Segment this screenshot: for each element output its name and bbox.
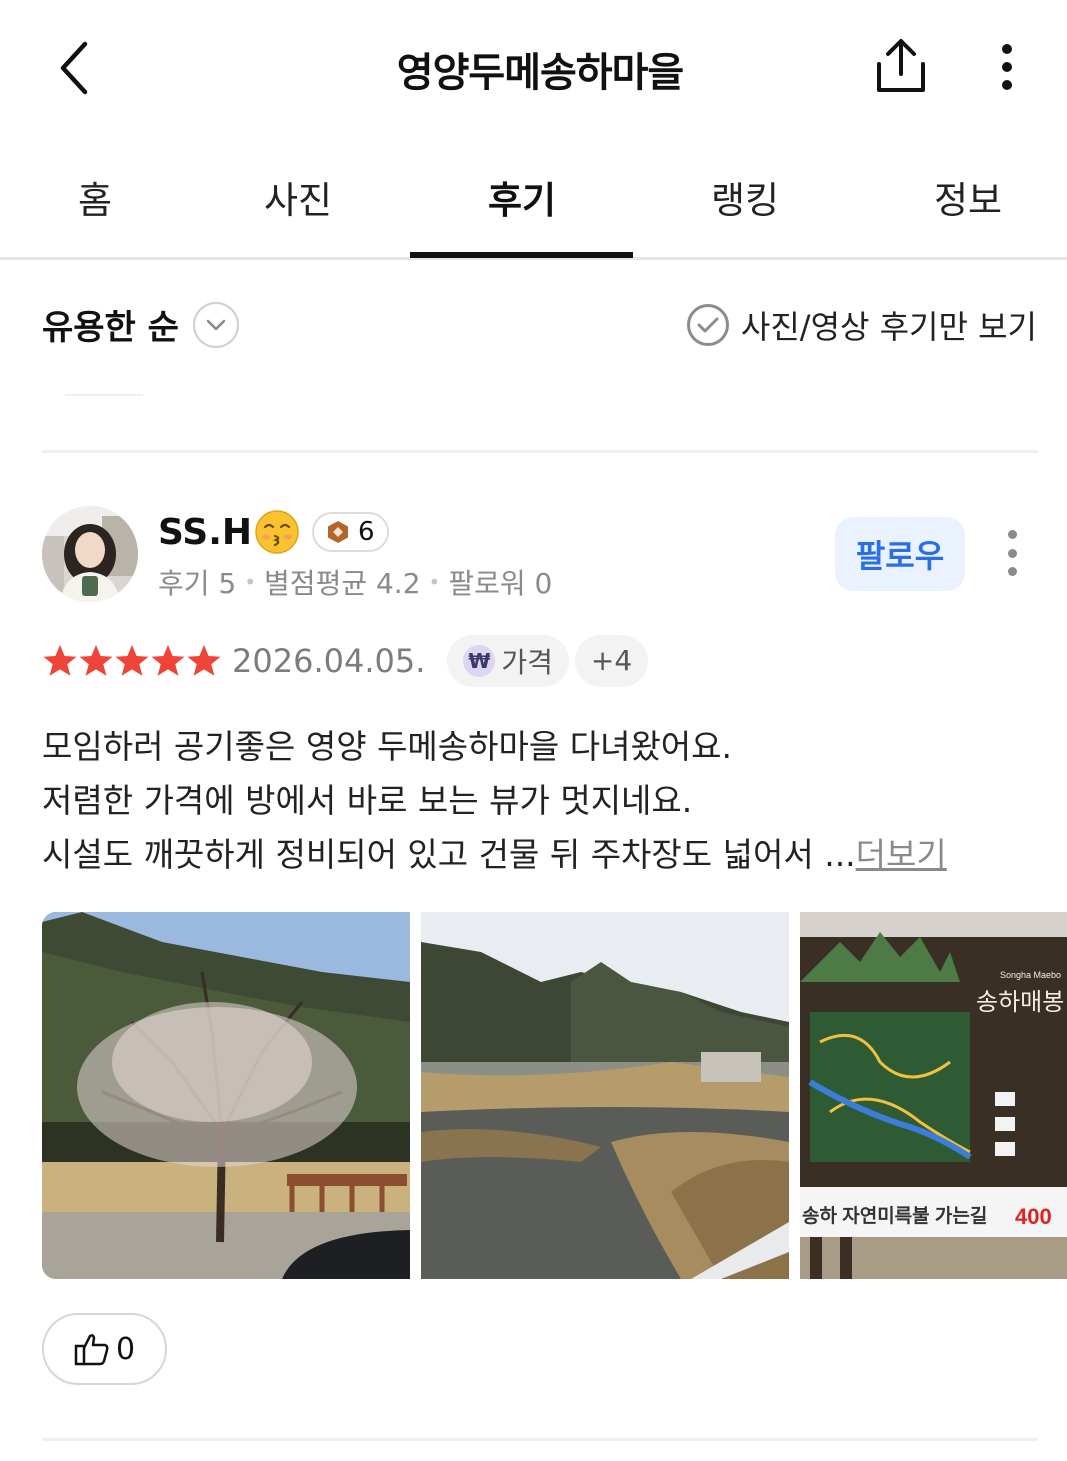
sort-bar: 유용한 순 사진/영상 후기만 보기 xyxy=(0,300,1067,360)
reviewer-name-row: SS.H 6 xyxy=(158,505,389,559)
review-line: 저렴한 가격에 방에서 바로 보는 뷰가 멋지네요. xyxy=(42,781,693,820)
star-icon xyxy=(151,644,185,676)
check-circle-icon xyxy=(686,304,729,346)
photo-review-filter[interactable]: 사진/영상 후기만 보기 xyxy=(686,302,1037,348)
review-count: 후기 5 xyxy=(158,567,237,600)
more-vertical-icon xyxy=(1007,530,1017,539)
photo-filter-label: 사진/영상 후기만 보기 xyxy=(740,308,1037,346)
review-line: 모임하러 공기좋은 영양 두메송하마을 다녀왔어요. xyxy=(42,727,733,766)
review-photo[interactable]: Songha Maebo 송하매봉 송하 자연미륵불 가는길 400 xyxy=(800,912,1067,1279)
kissing-face-icon xyxy=(255,510,299,554)
page-title: 영양두메송하마을 xyxy=(396,50,684,96)
star-icon xyxy=(79,644,113,676)
app-header: 영양두메송하마을 xyxy=(0,0,1067,135)
rating-row: 2026.04.05. ₩ 가격 +4 xyxy=(42,633,649,688)
share-button[interactable] xyxy=(868,36,934,98)
like-button[interactable]: 0 xyxy=(42,1313,167,1385)
tab-ranking[interactable]: 랭킹 xyxy=(695,170,795,224)
reviewer-nickname[interactable]: SS.H xyxy=(158,512,252,553)
chevron-down-icon xyxy=(192,301,239,348)
sort-dropdown[interactable]: 유용한 순 xyxy=(42,300,239,349)
avatar[interactable] xyxy=(42,506,138,602)
won-icon: ₩ xyxy=(463,644,496,677)
review-photo[interactable] xyxy=(42,912,410,1279)
star-icon xyxy=(115,644,149,676)
svg-text:400: 400 xyxy=(1015,1204,1052,1229)
thumbs-up-icon xyxy=(74,1334,109,1366)
share-icon xyxy=(877,39,925,92)
review-more-button[interactable] xyxy=(1000,530,1024,576)
back-button[interactable] xyxy=(40,30,110,105)
read-more-link[interactable]: 더보기 xyxy=(856,835,947,874)
divider xyxy=(42,450,1038,453)
svg-text:송하매봉: 송하매봉 xyxy=(976,989,1064,1016)
review-photo[interactable] xyxy=(421,912,789,1279)
review-date: 2026.04.05. xyxy=(232,641,426,680)
tab-bar: 홈 사진 후기 랭킹 정보 xyxy=(0,140,1067,260)
tab-home[interactable]: 홈 xyxy=(60,170,130,224)
tab-reviews[interactable]: 후기 xyxy=(472,170,572,224)
sort-label: 유용한 순 xyxy=(42,308,179,348)
tag-chip-more[interactable]: +4 xyxy=(574,634,649,687)
divider xyxy=(42,1438,1038,1441)
reviewer-meta: 후기 5 • 별점평균 4.2 • 팔로워 0 xyxy=(158,562,552,602)
svg-text:송하 자연미륵불 가는길: 송하 자연미륵불 가는길 xyxy=(802,1205,987,1227)
more-vertical-icon xyxy=(1002,44,1012,54)
tag-label: 가격 xyxy=(501,645,553,679)
follow-button[interactable]: 팔로우 xyxy=(835,517,965,591)
tab-photos[interactable]: 사진 xyxy=(248,170,348,224)
level-badge-icon xyxy=(328,521,349,543)
active-tab-indicator xyxy=(410,252,633,258)
svg-text:Songha Maebo: Songha Maebo xyxy=(1000,970,1061,980)
back-arrow-icon xyxy=(60,41,88,94)
follower-count: 팔로워 0 xyxy=(448,567,553,600)
divider xyxy=(65,394,143,396)
average-rating: 별점평균 4.2 xyxy=(264,567,421,600)
star-icon xyxy=(43,644,77,676)
level-number: 6 xyxy=(358,517,375,547)
star-rating xyxy=(42,643,222,679)
tab-info[interactable]: 정보 xyxy=(918,170,1018,224)
level-badge: 6 xyxy=(312,512,389,552)
star-icon xyxy=(187,644,221,676)
review-line: 시설도 깨끗하게 정비되어 있고 건물 뒤 주차장도 넓어서 ... xyxy=(42,835,856,874)
tag-chip-price[interactable]: ₩ 가격 xyxy=(447,634,569,687)
like-count: 0 xyxy=(115,1331,136,1367)
review-body[interactable]: 모임하러 공기좋은 영양 두메송하마을 다녀왔어요. 저렴한 가격에 방에서 바… xyxy=(42,720,1042,882)
more-options-button[interactable] xyxy=(985,36,1029,98)
